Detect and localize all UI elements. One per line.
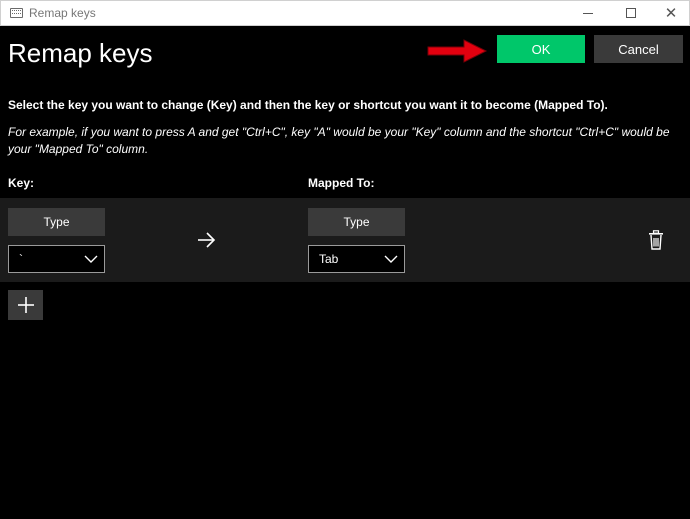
trash-icon[interactable] (647, 230, 665, 250)
window-title: Remap keys (29, 6, 96, 20)
close-icon: ✕ (664, 3, 678, 22)
mapped-select-value: Tab (319, 252, 339, 266)
key-select[interactable]: ` (8, 245, 105, 273)
arrow-right-icon (198, 232, 216, 248)
key-select-value: ` (19, 252, 23, 266)
mapped-type-button[interactable]: Type (308, 208, 405, 236)
maximize-button[interactable] (613, 1, 649, 25)
annotation-arrow-icon (427, 39, 488, 63)
instructions-text: Select the key you want to change (Key) … (8, 98, 608, 112)
mapped-column-label: Mapped To: (308, 176, 375, 190)
mapped-select[interactable]: Tab (308, 245, 405, 273)
close-button[interactable]: ✕ (653, 1, 689, 25)
chevron-down-icon (384, 255, 398, 263)
add-mapping-button[interactable] (8, 290, 43, 320)
key-type-button[interactable]: Type (8, 208, 105, 236)
example-text: For example, if you want to press A and … (8, 125, 670, 156)
page-title: Remap keys (8, 38, 153, 68)
cancel-button[interactable]: Cancel (594, 35, 683, 63)
minimize-button[interactable] (570, 1, 606, 25)
title-bar: Remap keys ✕ (0, 0, 690, 26)
keyboard-icon (10, 8, 23, 18)
chevron-down-icon (84, 255, 98, 263)
minimize-icon (583, 12, 593, 14)
key-column-label: Key: (8, 176, 35, 190)
maximize-icon (626, 8, 636, 18)
plus-icon (17, 297, 34, 313)
ok-button[interactable]: OK (497, 35, 585, 63)
